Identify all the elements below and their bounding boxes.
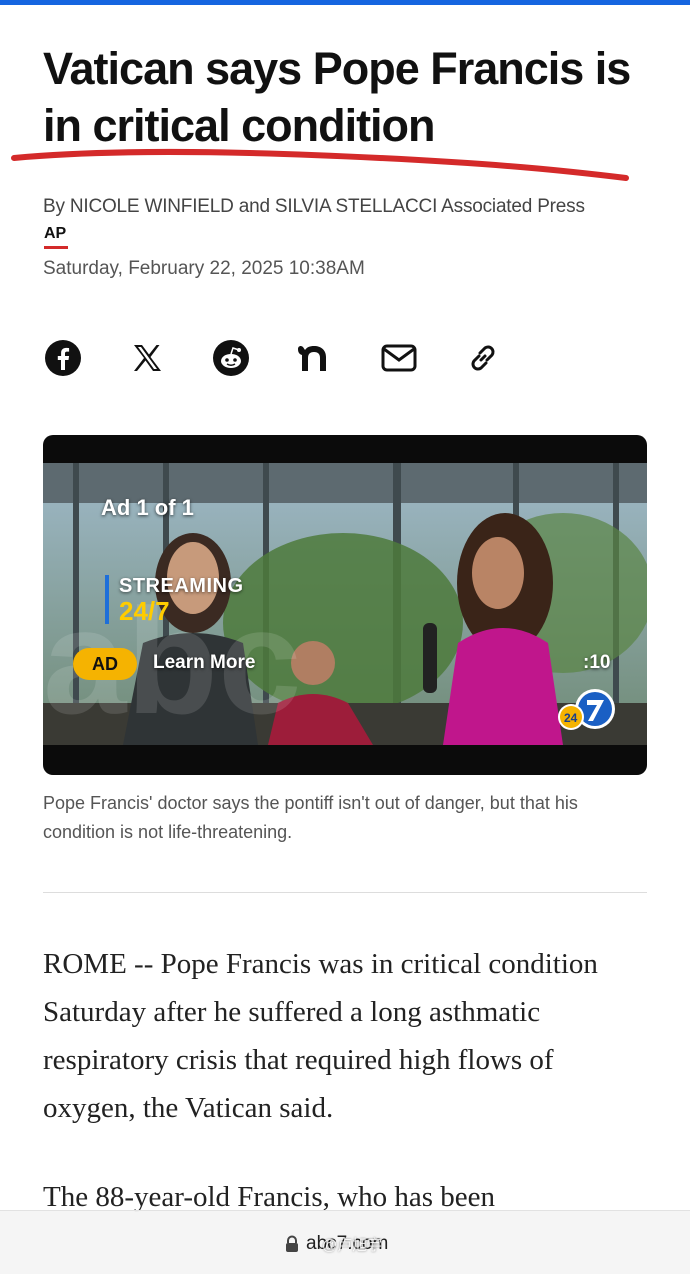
link-icon[interactable] (463, 338, 503, 378)
ad-timer: :10 (583, 652, 611, 673)
article-headline: Vatican says Pope Francis is in critical… (43, 43, 631, 151)
share-bar (43, 338, 523, 380)
learn-more-link[interactable]: Learn More (153, 652, 255, 674)
article-byline: By NICOLE WINFIELD and SILVIA STELLACCI … (43, 196, 585, 217)
streaming-overlay: STREAMING 24/7 (105, 575, 244, 624)
ad-badge: AD (73, 648, 137, 680)
red-underline-annotation (11, 148, 629, 181)
x-icon[interactable] (127, 338, 167, 378)
video-caption: Pope Francis' doctor says the pontiff is… (43, 793, 578, 842)
reddit-icon[interactable] (211, 338, 251, 378)
ap-logo-underline (44, 246, 68, 249)
watermark: @卢旭宇 (322, 1237, 383, 1254)
abc7-24-7-logo-icon: 24 (558, 689, 615, 730)
svg-text:24: 24 (564, 711, 578, 725)
top-accent-bar (0, 0, 690, 5)
lock-icon (286, 1235, 298, 1252)
nextdoor-icon[interactable] (295, 338, 335, 378)
streaming-label: STREAMING (119, 575, 244, 597)
article-date: Saturday, February 22, 2025 10:38AM (43, 258, 365, 279)
facebook-icon[interactable] (43, 338, 83, 378)
article-paragraph-1: ROME -- Pope Francis was in critical con… (43, 948, 598, 1124)
email-icon[interactable] (379, 338, 419, 378)
ad-counter: Ad 1 of 1 (101, 495, 194, 520)
video-player[interactable]: abc Ad 1 of 1 STREAMING 24/7 AD Learn Mo… (43, 435, 647, 775)
ap-logo[interactable]: AP (44, 225, 66, 243)
streaming-sub: 24/7 (119, 596, 170, 626)
section-divider (43, 892, 647, 893)
